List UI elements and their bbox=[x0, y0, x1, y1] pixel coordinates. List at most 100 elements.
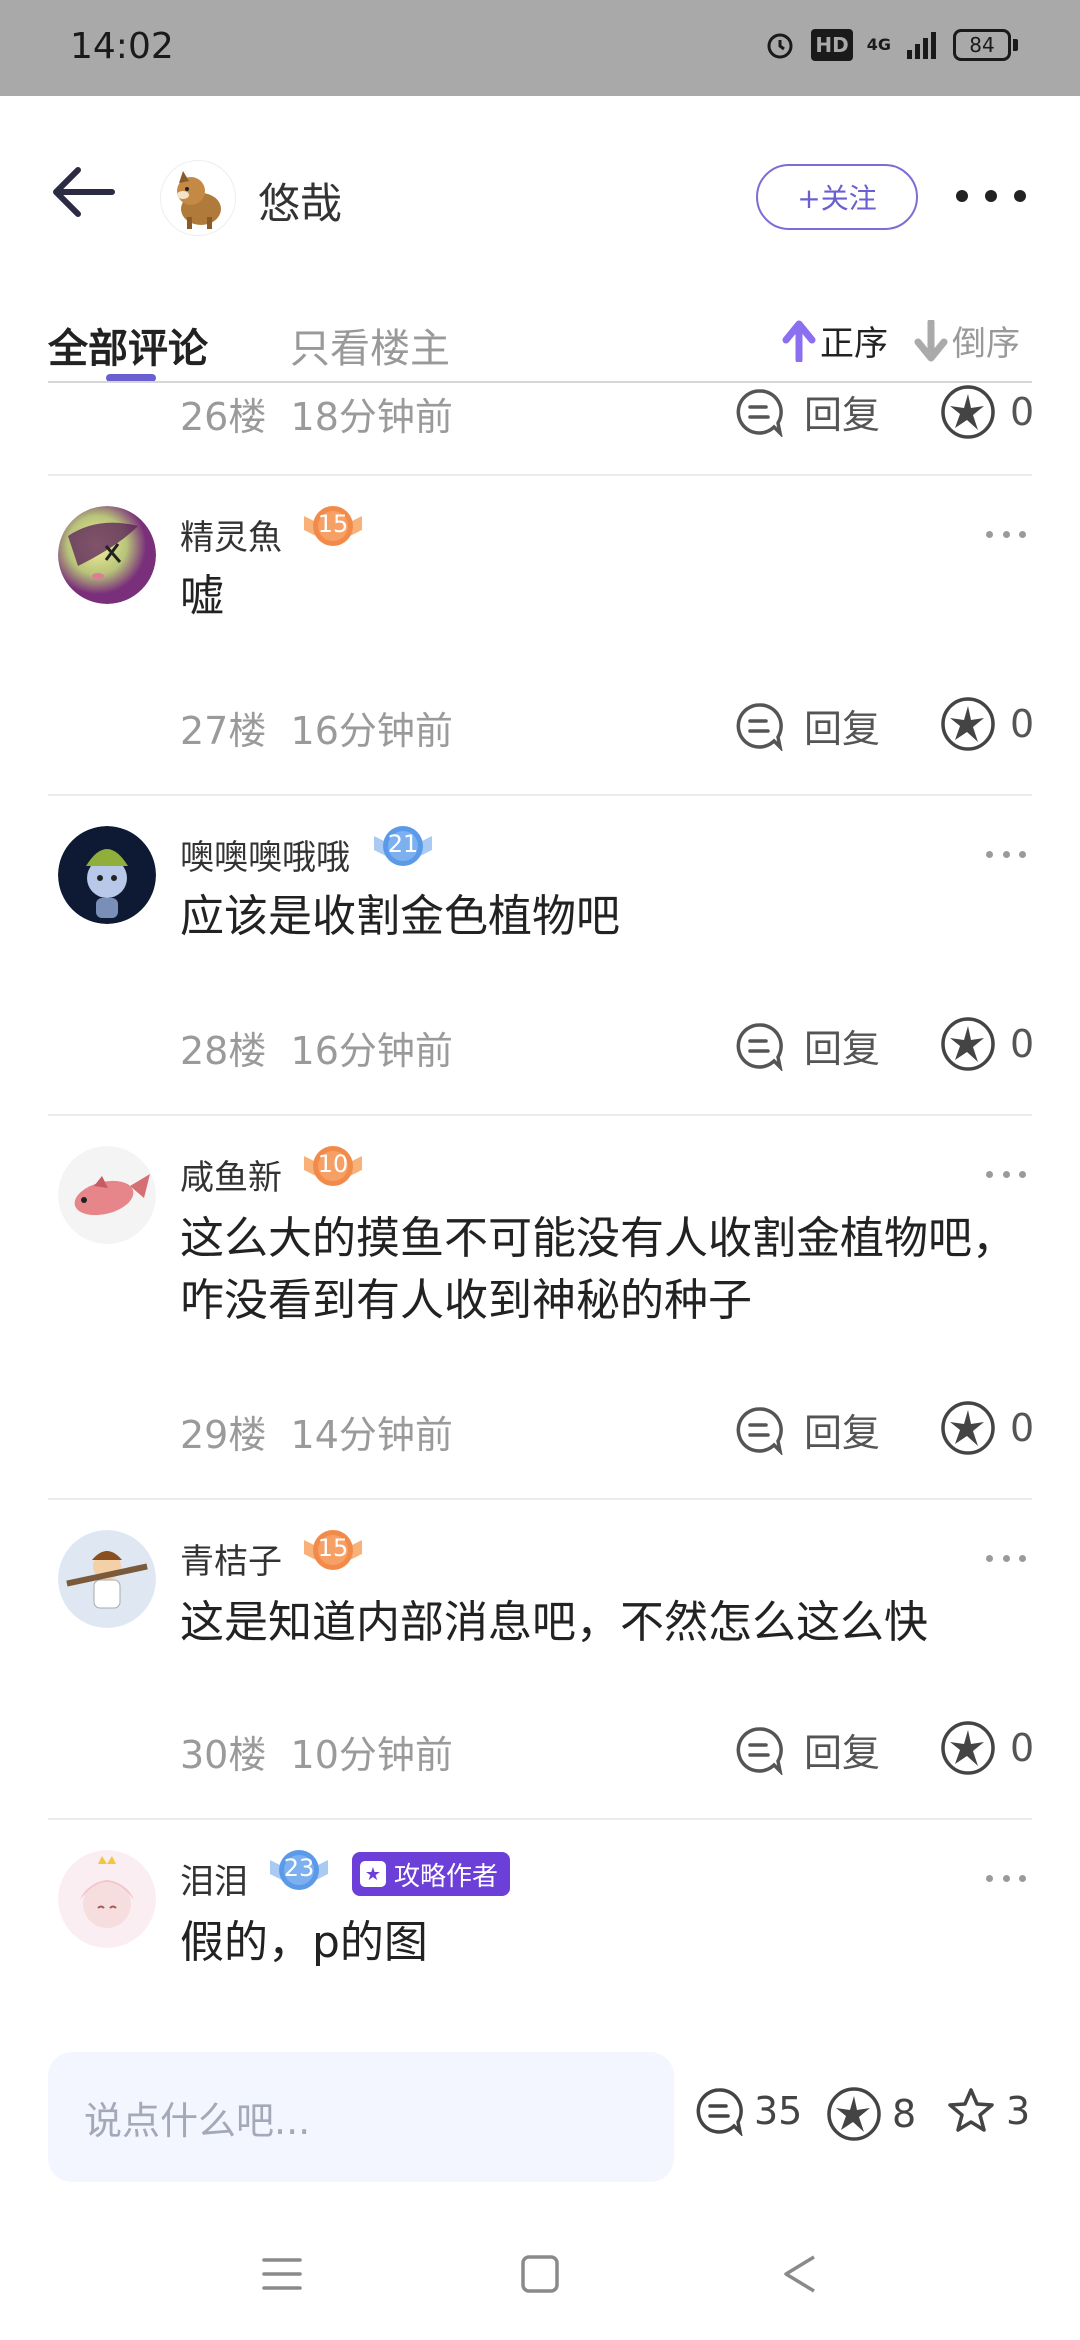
comment-more-button[interactable] bbox=[986, 844, 1026, 864]
like-button[interactable]: 0 bbox=[940, 1720, 1034, 1776]
reply-label: 回复 bbox=[804, 1731, 881, 1775]
comment-username[interactable]: 咸鱼新 bbox=[180, 1150, 282, 1199]
comment-tabs: 全部评论 只看楼主 正序 倒序 bbox=[0, 306, 1080, 383]
status-icons: HD 4G 84 bbox=[763, 28, 1018, 62]
like-count: 0 bbox=[1010, 390, 1035, 434]
author-name[interactable]: 悠哉 bbox=[258, 170, 342, 231]
reply-button[interactable]: 回复 bbox=[734, 698, 880, 753]
comment-bubble-icon bbox=[736, 1726, 783, 1775]
favorite-button[interactable]: 3 bbox=[946, 2086, 1030, 2136]
comment-text: 嘘 bbox=[180, 571, 224, 622]
like-paw-icon bbox=[827, 2087, 881, 2141]
comment-time: 16分钟前 bbox=[290, 709, 453, 753]
sort-desc-label: 倒序 bbox=[952, 324, 1020, 364]
comment-floor: 29楼 bbox=[180, 1413, 267, 1457]
like-paw-icon bbox=[941, 697, 995, 751]
comment-bubble-icon bbox=[736, 388, 783, 437]
comment-more-button[interactable] bbox=[986, 524, 1026, 544]
comment-text: 这是知道内部消息吧，不然怎么这么快 bbox=[180, 1597, 928, 1648]
like-count: 8 bbox=[892, 2092, 917, 2136]
back-button[interactable] bbox=[48, 162, 128, 228]
status-bar: 14:02 HD 4G 84 bbox=[0, 0, 1080, 96]
comment-item: 26楼 18分钟前 回复 0 bbox=[0, 384, 1080, 476]
reply-button[interactable]: 回复 bbox=[734, 384, 880, 439]
comment-bubble-icon bbox=[736, 702, 783, 751]
like-count-button[interactable]: 8 bbox=[826, 2086, 916, 2142]
comment-item: 噢噢噢哦哦 21 应该是收割金色植物吧 28楼 16分钟前 回复 0 bbox=[0, 796, 1080, 1116]
comment-floor: 26楼 bbox=[180, 395, 267, 439]
reply-label: 回复 bbox=[804, 707, 881, 751]
comment-meta: 29楼 14分钟前 bbox=[180, 1404, 453, 1459]
comment-more-button[interactable] bbox=[986, 1548, 1026, 1568]
like-button[interactable]: 0 bbox=[940, 1400, 1034, 1456]
comment-item: 精灵魚 15 嘘 27楼 16分钟前 回复 0 bbox=[0, 476, 1080, 796]
level-number: 15 bbox=[317, 510, 349, 538]
battery-level: 84 bbox=[953, 29, 1011, 61]
comment-floor: 30楼 bbox=[180, 1733, 267, 1777]
like-count: 0 bbox=[1010, 702, 1035, 746]
comment-avatar[interactable] bbox=[58, 1146, 156, 1244]
like-button[interactable]: 0 bbox=[940, 384, 1034, 440]
arrow-up-icon bbox=[782, 320, 816, 362]
comment-username[interactable]: 精灵魚 bbox=[180, 510, 282, 559]
reply-button[interactable]: 回复 bbox=[734, 1018, 880, 1073]
comment-text: 这么大的摸鱼不可能没有人收割金植物吧，咋没看到有人收到神秘的种子 bbox=[180, 1213, 1016, 1326]
reply-label: 回复 bbox=[804, 1027, 881, 1071]
comment-bubble-icon bbox=[736, 1406, 783, 1455]
comment-text: 应该是收割金色植物吧 bbox=[180, 891, 620, 942]
comment-item: 咸鱼新 10 这么大的摸鱼不可能没有人收割金植物吧，咋没看到有人收到神秘的种子 … bbox=[0, 1116, 1080, 1500]
comment-time: 10分钟前 bbox=[290, 1733, 453, 1777]
comment-bubble-icon bbox=[696, 2088, 743, 2136]
system-nav-bar bbox=[0, 2200, 1080, 2340]
comment-meta: 26楼 18分钟前 bbox=[180, 386, 453, 441]
comment-username[interactable]: 青桔子 bbox=[180, 1534, 282, 1583]
level-badge: 21 bbox=[370, 820, 436, 872]
sort-asc-button[interactable]: 正序 bbox=[782, 316, 888, 365]
avatar-image bbox=[58, 1146, 156, 1244]
comment-text: 假的，p的图 bbox=[180, 1917, 428, 1968]
comment-more-button[interactable] bbox=[986, 1164, 1026, 1184]
more-dot-icon bbox=[1014, 190, 1026, 202]
comment-time: 18分钟前 bbox=[290, 395, 453, 439]
back-nav-button[interactable] bbox=[770, 2244, 830, 2304]
tab-all-comments[interactable]: 全部评论 bbox=[48, 316, 208, 374]
like-button[interactable]: 0 bbox=[940, 696, 1034, 752]
reply-button[interactable]: 回复 bbox=[734, 1722, 880, 1777]
star-icon bbox=[948, 2088, 994, 2132]
more-options-button[interactable] bbox=[956, 178, 1026, 214]
like-button[interactable]: 0 bbox=[940, 1016, 1034, 1072]
comment-avatar[interactable] bbox=[58, 826, 156, 924]
comment-more-button[interactable] bbox=[986, 1868, 1026, 1888]
comment-avatar[interactable] bbox=[58, 1850, 156, 1948]
level-number: 23 bbox=[283, 1854, 315, 1882]
more-dot-icon bbox=[985, 190, 997, 202]
author-avatar[interactable] bbox=[160, 160, 236, 236]
menu-icon bbox=[262, 2258, 302, 2290]
comment-time: 16分钟前 bbox=[290, 1029, 453, 1073]
like-paw-icon bbox=[941, 385, 995, 439]
comment-input[interactable]: 说点什么吧... bbox=[48, 2052, 674, 2182]
comment-meta: 30楼 10分钟前 bbox=[180, 1724, 453, 1779]
home-nav-button[interactable] bbox=[510, 2244, 570, 2304]
level-number: 15 bbox=[317, 1534, 349, 1562]
comment-avatar[interactable] bbox=[58, 506, 156, 604]
reply-button[interactable]: 回复 bbox=[734, 1402, 880, 1457]
tab-owner-only[interactable]: 只看楼主 bbox=[290, 316, 450, 374]
dog-avatar-icon bbox=[177, 171, 221, 229]
signal-icon bbox=[905, 28, 939, 62]
bottom-action-bar: 说点什么吧... 35 8 3 bbox=[0, 2030, 1080, 2190]
more-dot-icon bbox=[956, 190, 968, 202]
comment-username[interactable]: 噢噢噢哦哦 bbox=[180, 830, 350, 879]
arrow-down-icon bbox=[914, 319, 948, 361]
like-count: 0 bbox=[1010, 1022, 1035, 1066]
level-badge: 15 bbox=[300, 1524, 366, 1576]
comment-avatar[interactable] bbox=[58, 1530, 156, 1628]
follow-button[interactable]: +关注 bbox=[756, 164, 918, 230]
comment-username[interactable]: 泪泪 bbox=[180, 1854, 248, 1903]
comment-count-button[interactable]: 35 bbox=[694, 2086, 802, 2136]
tabs-divider bbox=[48, 381, 1032, 383]
post-header: 悠哉 +关注 bbox=[0, 96, 1080, 306]
guide-icon: ★ bbox=[360, 1861, 386, 1887]
sort-desc-button[interactable]: 倒序 bbox=[914, 316, 1020, 365]
menu-nav-button[interactable] bbox=[252, 2244, 312, 2304]
